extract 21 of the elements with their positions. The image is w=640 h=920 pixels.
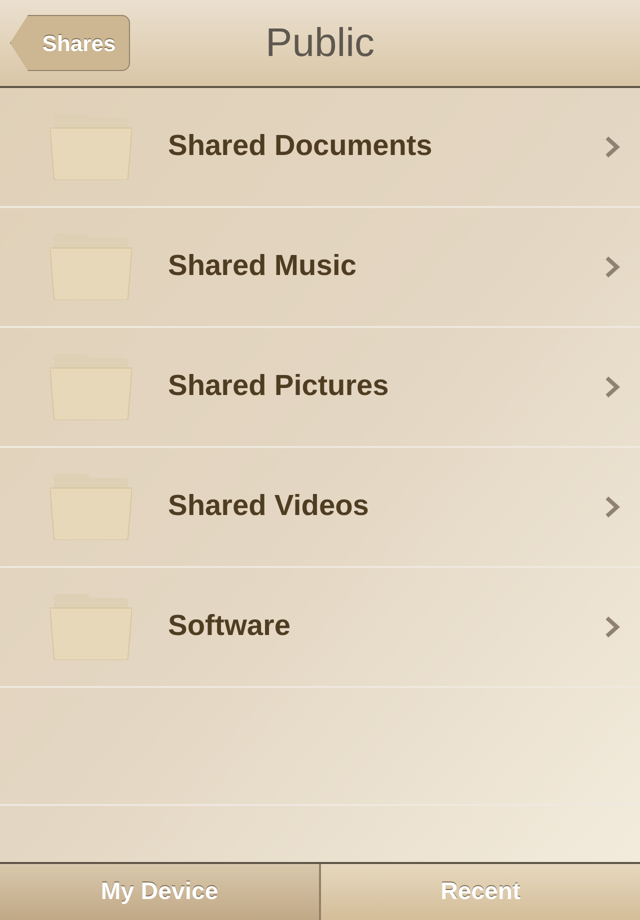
chevron-icon xyxy=(604,495,620,519)
chevron-icon xyxy=(604,375,620,399)
folder-name: Shared Music xyxy=(168,249,358,284)
folder-row[interactable]: Shared Pictures xyxy=(0,328,640,448)
folder-name: Shared Pictures xyxy=(168,369,390,404)
folder-icon xyxy=(50,114,132,180)
folder-row[interactable]: Shared Documents xyxy=(0,88,640,208)
nav-title: Public xyxy=(266,20,374,67)
folder-icon xyxy=(50,594,132,660)
folder-row[interactable]: Shared Music xyxy=(0,208,640,328)
folder-name: Software xyxy=(168,609,292,644)
folder-icon xyxy=(50,354,132,420)
folder-icon xyxy=(50,474,132,540)
folder-name: Shared Videos xyxy=(168,489,370,524)
folder-row[interactable]: Software xyxy=(0,568,640,688)
chevron-icon xyxy=(604,135,620,159)
chevron-icon xyxy=(604,255,620,279)
folder-icon xyxy=(50,234,132,300)
chevron-icon xyxy=(604,615,620,639)
folder-name: Shared Documents xyxy=(168,129,434,164)
folder-row[interactable]: Shared Videos xyxy=(0,448,640,568)
